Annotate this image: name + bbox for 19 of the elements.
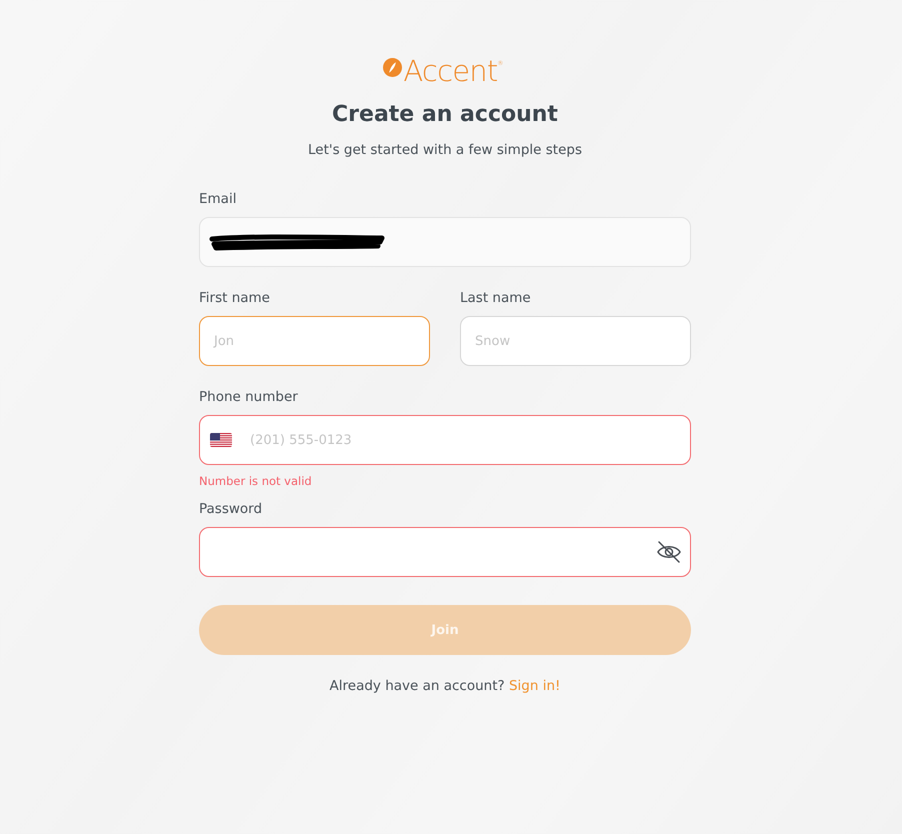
brand-name: Accent$^{®}$ (403, 52, 503, 86)
sign-in-link[interactable]: Sign in! (508, 678, 560, 694)
phone-label: Phone number (199, 388, 299, 407)
flag-icon[interactable] (210, 433, 232, 447)
logo-icon (383, 58, 402, 76)
error-message: Number is not valid (199, 473, 313, 489)
phone-field[interactable]: (201) 555-0123 (199, 415, 691, 465)
page-title: Create an account (331, 101, 559, 129)
name-label: First name (199, 289, 271, 308)
name-field[interactable]: Snow (460, 316, 691, 366)
eye-slash-icon[interactable] (657, 541, 681, 563)
password-label: Password (199, 500, 264, 519)
signin-prompt-text: Already have an account? (330, 678, 505, 694)
page-subtitle: Let's get started with a few simple steps (307, 141, 583, 160)
email-label: Email (199, 190, 238, 209)
name-label: Last name (460, 289, 532, 308)
email-field[interactable] (199, 217, 691, 267)
name-field[interactable]: Jon (199, 316, 430, 366)
password-field[interactable] (199, 527, 691, 577)
